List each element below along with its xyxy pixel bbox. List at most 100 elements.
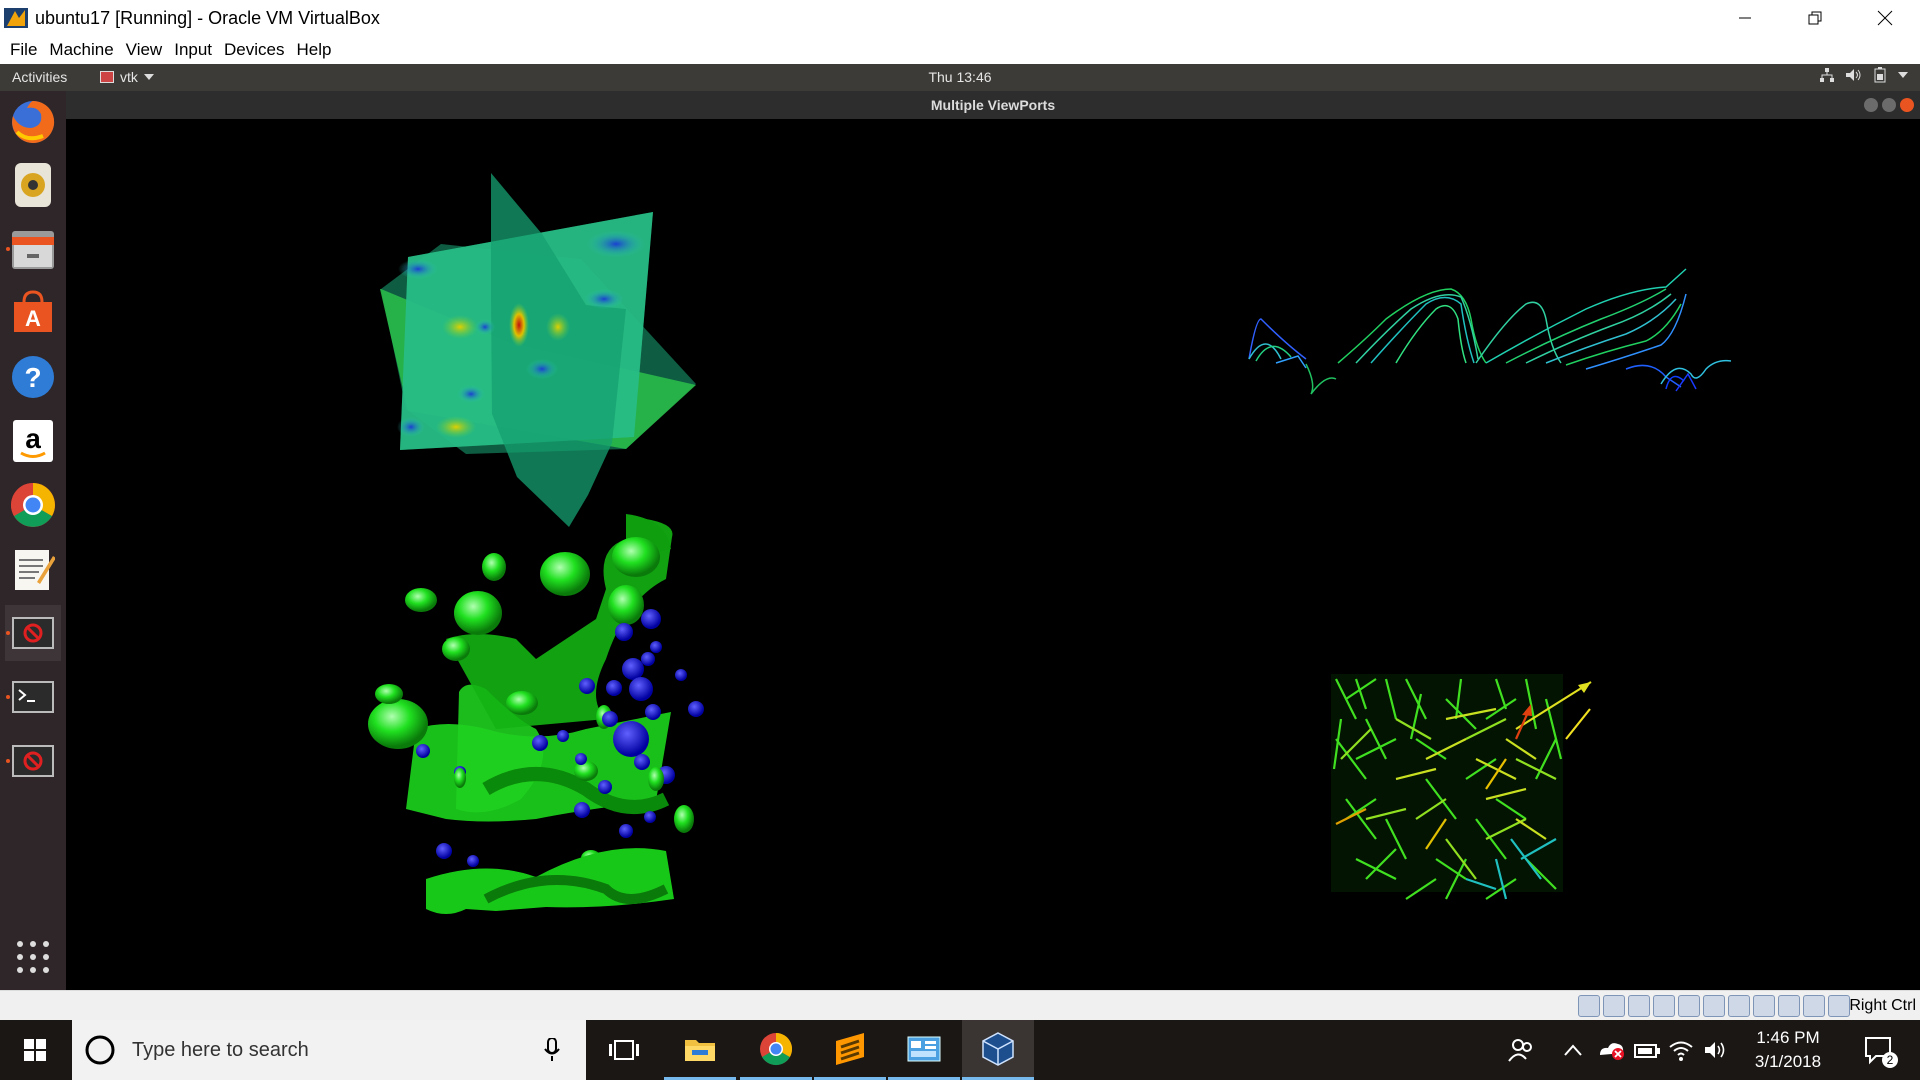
chrome-icon	[11, 483, 55, 527]
software-center-icon: A	[14, 290, 52, 332]
app-window-title: Multiple ViewPorts	[930, 97, 1056, 113]
system-tray[interactable]	[1820, 67, 1908, 83]
keyboard-icon[interactable]	[1828, 995, 1850, 1017]
terminal-icon	[12, 681, 54, 713]
dock-show-apps[interactable]	[5, 929, 61, 985]
firefox-icon	[12, 100, 55, 143]
menu-devices[interactable]: Devices	[218, 40, 290, 60]
notification-badge: 2	[1882, 1052, 1898, 1068]
amazon-icon: a	[13, 420, 53, 462]
menu-machine[interactable]: Machine	[43, 40, 119, 60]
vector-glyphs-viewport	[1331, 674, 1592, 900]
taskbar-sublime-text[interactable]	[814, 1020, 886, 1080]
ubuntu-dock: A ? a	[0, 91, 66, 990]
display-icon[interactable]	[1728, 995, 1750, 1017]
taskbar-clock[interactable]: 1:46 PM 3/1/2018	[1738, 1026, 1838, 1074]
wifi-icon[interactable]	[1668, 1039, 1694, 1061]
video-capture-icon[interactable]	[1753, 995, 1775, 1017]
minimize-icon	[1739, 17, 1751, 19]
task-view-button[interactable]	[588, 1020, 660, 1080]
file-explorer-icon	[685, 1039, 715, 1061]
notification-area: 1:46 PM 3/1/2018 2	[1500, 1020, 1920, 1080]
virtualbox-titlebar: ubuntu17 [Running] - Oracle VM VirtualBo…	[0, 0, 1920, 36]
windows-taskbar: Type here to search 1:46 PM 3/1/2018 2	[0, 1020, 1920, 1080]
dock-files[interactable]	[5, 221, 61, 277]
cortana-icon	[85, 1035, 115, 1065]
chevron-down-icon	[1898, 72, 1908, 78]
hard-disk-icon[interactable]	[1578, 995, 1600, 1017]
dock-text-editor[interactable]	[5, 541, 61, 597]
cut-planes-viewport	[380, 173, 696, 527]
streamlines-viewport	[1248, 268, 1732, 395]
taskbar-chrome[interactable]	[740, 1020, 812, 1080]
vtk-render-window[interactable]	[66, 119, 1920, 990]
menu-view[interactable]: View	[120, 40, 169, 60]
dock-terminal[interactable]	[5, 669, 61, 725]
taskbar-virtualbox[interactable]	[962, 1020, 1034, 1080]
dock-chrome[interactable]	[5, 477, 61, 533]
chrome-icon	[760, 1032, 793, 1065]
vtk-app-icon	[12, 617, 54, 649]
menubar: File Machine View Input Devices Help	[0, 36, 1920, 64]
rhythmbox-icon	[15, 163, 51, 207]
mouse-integration-icon[interactable]	[1803, 995, 1825, 1017]
network-icon[interactable]	[1653, 995, 1675, 1017]
battery-icon[interactable]	[1634, 1044, 1660, 1058]
dock-help[interactable]: ?	[5, 349, 61, 405]
text-editor-icon	[15, 550, 55, 590]
svg-text:a: a	[25, 423, 41, 454]
restore-icon	[1808, 11, 1822, 25]
maximize-button[interactable]	[1882, 98, 1896, 112]
dock-amazon[interactable]: a	[5, 413, 61, 469]
taskbar-time: 1:46 PM	[1756, 1028, 1820, 1047]
device-indicators	[1578, 995, 1850, 1017]
action-center-button[interactable]: 2	[1864, 1036, 1898, 1068]
dock-software[interactable]: A	[5, 285, 61, 341]
menu-input[interactable]: Input	[168, 40, 218, 60]
audio-icon[interactable]	[1628, 995, 1650, 1017]
virtualbox-statusbar: Right Ctrl	[0, 990, 1920, 1020]
battery-icon	[1874, 67, 1886, 83]
isosurface-viewport	[368, 514, 704, 914]
network-icon	[1820, 68, 1834, 82]
close-button[interactable]	[1850, 0, 1920, 36]
taskbar-control-panel[interactable]	[888, 1020, 960, 1080]
taskbar-search[interactable]: Type here to search	[72, 1020, 586, 1080]
virtualbox-app-icon	[4, 8, 28, 28]
menu-file[interactable]: File	[4, 40, 43, 60]
menu-help[interactable]: Help	[291, 40, 338, 60]
svg-text:?: ?	[24, 362, 41, 393]
microphone-icon[interactable]	[544, 1038, 560, 1062]
dock-vtk-app-1[interactable]	[5, 605, 61, 661]
taskbar-date: 3/1/2018	[1754, 1052, 1822, 1071]
usb-icon[interactable]	[1678, 995, 1700, 1017]
optical-drive-icon[interactable]	[1603, 995, 1625, 1017]
svg-text:A: A	[25, 306, 41, 331]
topbar-clock[interactable]: Thu 13:46	[0, 69, 1920, 85]
files-icon	[12, 231, 54, 269]
render-canvas[interactable]	[66, 119, 1920, 990]
virtualbox-icon	[982, 1031, 1014, 1066]
dock-rhythmbox[interactable]	[5, 157, 61, 213]
control-panel-icon	[907, 1036, 941, 1061]
dock-vtk-app-2[interactable]	[5, 733, 61, 789]
volume-icon[interactable]	[1704, 1040, 1728, 1060]
search-placeholder: Type here to search	[132, 1038, 309, 1061]
show-apps-icon	[17, 941, 49, 973]
windows-logo-icon	[24, 1039, 46, 1061]
start-button[interactable]	[0, 1020, 70, 1080]
sublime-text-icon	[836, 1032, 864, 1065]
chevron-up-icon[interactable]	[1564, 1044, 1582, 1056]
shared-folders-icon[interactable]	[1703, 995, 1725, 1017]
dock-firefox[interactable]	[5, 94, 61, 150]
people-icon[interactable]	[1508, 1037, 1534, 1063]
taskbar-file-explorer[interactable]	[664, 1020, 736, 1080]
onedrive-error-icon[interactable]	[1598, 1039, 1626, 1061]
minimize-button[interactable]	[1710, 0, 1780, 36]
close-button[interactable]	[1900, 98, 1914, 112]
task-view-icon	[609, 1040, 639, 1060]
minimize-button[interactable]	[1864, 98, 1878, 112]
vtk-app-icon	[12, 745, 54, 777]
restore-button[interactable]	[1780, 0, 1850, 36]
cpu-icon[interactable]	[1778, 995, 1800, 1017]
